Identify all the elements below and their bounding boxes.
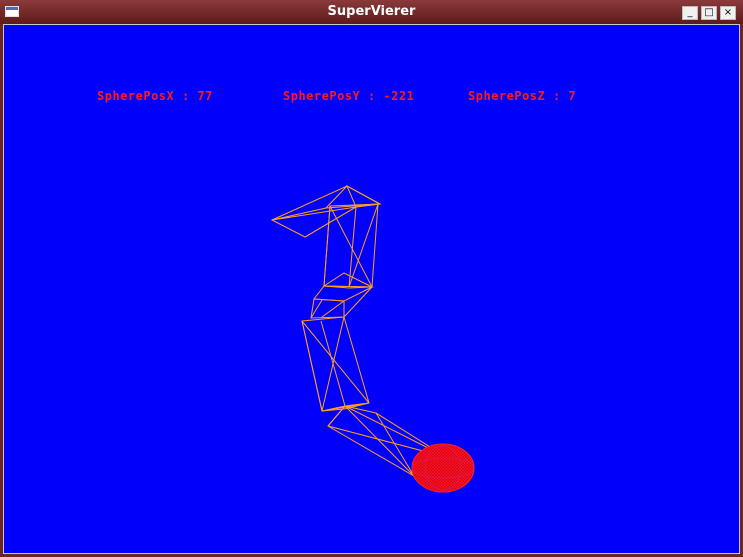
close-button[interactable]: × [720,6,736,20]
render-viewport[interactable]: SpherePosX : 77 SpherePosY : -221 Sphere… [3,24,740,554]
minimize-icon: _ [687,7,693,18]
robot-arm-wireframe [270,184,447,477]
maximize-icon: □ [704,7,714,18]
wireframe-scene [270,184,475,493]
close-icon: × [723,7,733,18]
window-title: SuperVierer [327,4,416,19]
target-sphere [411,443,475,493]
title-bar[interactable]: SuperVierer _ □ × [0,0,743,24]
maximize-button[interactable]: □ [701,6,717,20]
minimize-button[interactable]: _ [682,6,698,20]
app-window: SuperVierer _ □ × SpherePosX : 77 Sphere… [0,0,743,557]
